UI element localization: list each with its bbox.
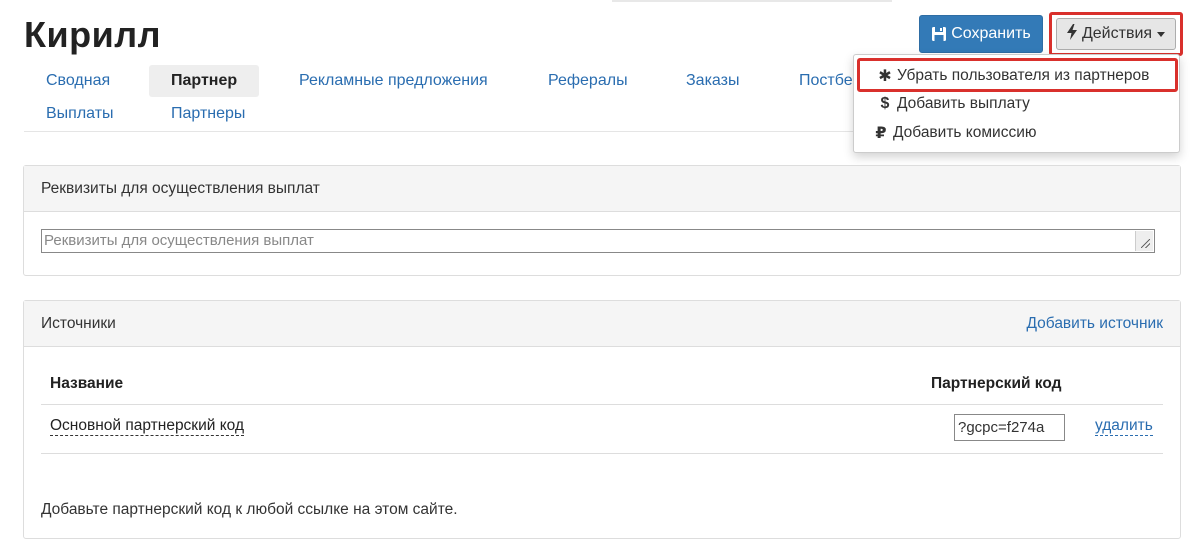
tabs-divider [24, 131, 854, 132]
caret-down-icon [1157, 31, 1166, 37]
top-edge-strip [612, 0, 892, 2]
lightning-icon [1066, 23, 1077, 45]
menu-item-add-payout[interactable]: $ Добавить выплату [854, 90, 1179, 118]
sources-panel: Источники Добавить источник Название Пар… [23, 300, 1181, 539]
column-header-name: Название [50, 375, 124, 392]
tab-partners[interactable]: Партнеры [149, 98, 267, 130]
tab-partner[interactable]: Партнер [149, 65, 260, 97]
partner-code-field[interactable]: ?gcpc=f274a [954, 414, 1065, 441]
table-header-divider [41, 404, 1163, 405]
menu-item-label: Убрать пользователя из партнеров [897, 67, 1150, 84]
menu-item-label: Добавить выплату [897, 95, 1030, 112]
payout-details-textarea[interactable]: Реквизиты для осуществления выплат [41, 229, 1155, 253]
save-button-label: Сохранить [951, 25, 1031, 42]
dollar-icon: $ [880, 95, 890, 112]
add-source-link[interactable]: Добавить источник [1027, 315, 1164, 333]
actions-dropdown-menu: ✱ Убрать пользователя из партнеров $ Доб… [853, 54, 1180, 153]
page-title: Кирилл [24, 14, 161, 55]
menu-item-remove-partner[interactable]: ✱ Убрать пользователя из партнеров [854, 62, 1179, 90]
tab-summary[interactable]: Сводная [24, 65, 132, 97]
payout-details-panel: Реквизиты для осуществления выплат Рекви… [23, 165, 1181, 276]
menu-item-add-commission[interactable]: ₽ Добавить комиссию [854, 119, 1179, 147]
delete-source-link[interactable]: удалить [1095, 417, 1153, 436]
panel-heading: Реквизиты для осуществления выплат [24, 166, 1180, 212]
resize-handle-icon[interactable] [1135, 231, 1153, 251]
tab-offers[interactable]: Рекламные предложения [277, 65, 510, 97]
asterisk-icon: ✱ [878, 68, 892, 85]
actions-button[interactable]: Действия [1056, 18, 1176, 50]
column-header-partner-code: Партнерский код [931, 375, 1062, 392]
panel-heading: Источники Добавить источник [24, 301, 1180, 347]
panel-title: Источники [41, 314, 116, 332]
actions-button-label: Действия [1081, 25, 1153, 42]
textarea-placeholder: Реквизиты для осуществления выплат [44, 232, 314, 249]
save-button[interactable]: Сохранить [919, 15, 1043, 53]
table-bottom-divider [41, 453, 1163, 454]
partner-code-hint: Добавьте партнерский код к любой ссылке … [41, 501, 458, 518]
ruble-icon: ₽ [875, 125, 887, 142]
actions-button-highlight: Действия [1049, 12, 1183, 56]
tab-orders[interactable]: Заказы [664, 65, 761, 97]
tab-referrals[interactable]: Рефералы [526, 65, 650, 97]
panel-title: Реквизиты для осуществления выплат [41, 179, 320, 197]
floppy-disk-icon [931, 26, 947, 42]
menu-item-label: Добавить комиссию [893, 124, 1037, 141]
source-name-link[interactable]: Основной партнерский код [50, 417, 244, 436]
tab-payouts[interactable]: Выплаты [24, 98, 136, 130]
